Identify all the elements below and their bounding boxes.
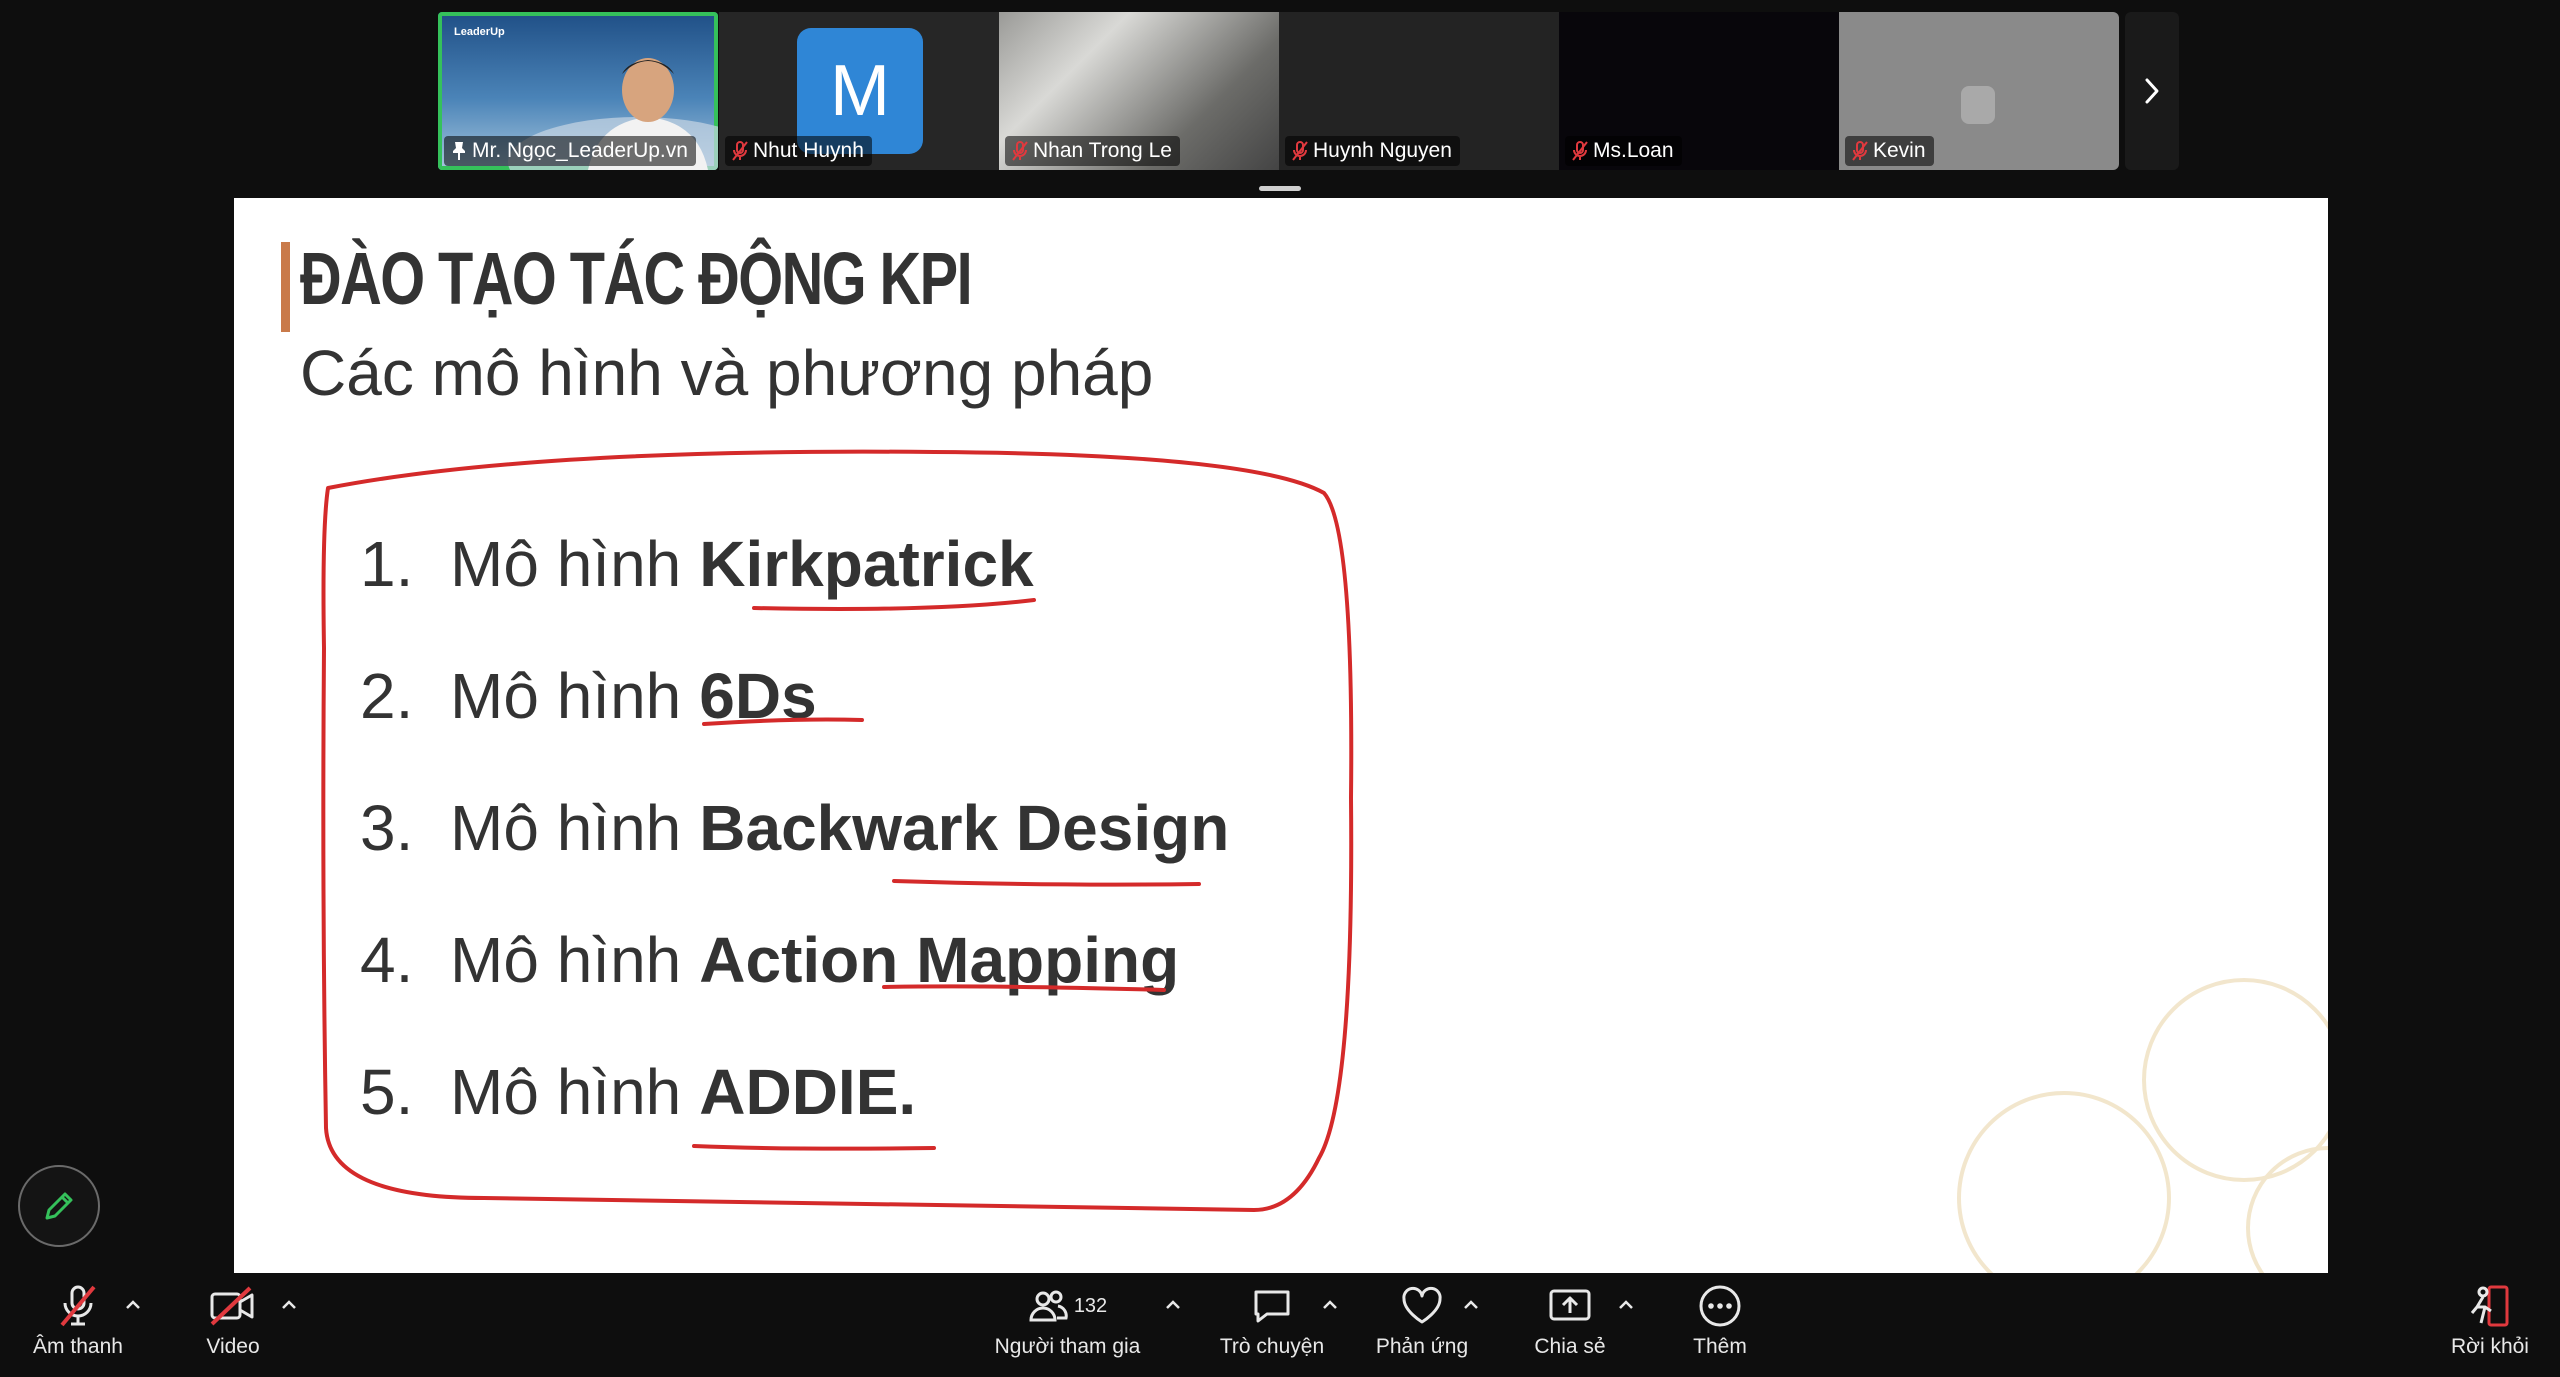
participant-name-tag: Kevin <box>1845 136 1934 166</box>
participant-tile-3[interactable]: Nhan Trong Le <box>999 12 1279 170</box>
chat-icon <box>1254 1290 1290 1323</box>
reactions-button[interactable]: Phản ứng <box>1372 1281 1472 1359</box>
mic-muted-icon <box>1292 141 1308 161</box>
participant-name: Mr. Ngọc_LeaderUp.vn <box>472 139 688 162</box>
participants-count: 132 <box>1073 1294 1108 1317</box>
participants-icon <box>1029 1290 1068 1322</box>
leave-icon <box>2470 1285 2509 1327</box>
mic-muted-icon <box>732 141 748 161</box>
leaderup-logo: LeaderUp <box>454 26 505 38</box>
next-participants-button[interactable] <box>2125 12 2179 170</box>
video-off-icon <box>210 1286 254 1326</box>
audio-button[interactable]: Âm thanh <box>28 1281 128 1359</box>
participant-name: Nhut Huynh <box>753 139 864 162</box>
participants-label: Người tham gia <box>994 1335 1141 1358</box>
ink-underline-3 <box>892 879 1201 887</box>
video-button[interactable]: Video <box>183 1281 283 1359</box>
more-icon <box>1699 1285 1741 1327</box>
participant-name-tag: Nhan Trong Le <box>1005 136 1180 166</box>
annotate-button[interactable] <box>18 1165 100 1247</box>
decorative-circles <box>1957 978 2328 1273</box>
meeting-toolbar: Âm thanh Video 132 Người tham gia Trò ch… <box>0 1273 2560 1377</box>
more-button[interactable]: Thêm <box>1670 1281 1770 1359</box>
ink-underline-4 <box>882 984 1166 992</box>
shared-screen: ĐÀO TẠO TÁC ĐỘNG KPI Các mô hình và phươ… <box>234 198 2328 1273</box>
chevron-up-icon[interactable] <box>1320 1295 1340 1315</box>
audio-label: Âm thanh <box>33 1335 123 1358</box>
participant-name-tag: Mr. Ngọc_LeaderUp.vn <box>444 136 696 166</box>
participant-name-tag: Ms.Loan <box>1565 136 1682 166</box>
ink-underline-2 <box>702 717 864 726</box>
leave-label: Rời khỏi <box>2451 1335 2529 1358</box>
pencil-icon <box>45 1192 73 1220</box>
participant-name: Kevin <box>1873 139 1926 162</box>
chevron-up-icon[interactable] <box>1163 1295 1183 1315</box>
blurred-avatar <box>1961 86 1995 124</box>
participant-name: Nhan Trong Le <box>1033 139 1172 162</box>
ink-annotations <box>321 449 2328 1273</box>
reactions-label: Phản ứng <box>1375 1335 1469 1358</box>
participants-button[interactable]: 132 Người tham gia <box>990 1281 1145 1359</box>
chevron-up-icon[interactable] <box>1616 1295 1636 1315</box>
participant-name: Huynh Nguyen <box>1313 139 1452 162</box>
chevron-up-icon[interactable] <box>1461 1295 1481 1315</box>
pin-icon <box>453 142 465 160</box>
resize-handle[interactable] <box>1259 186 1301 191</box>
mic-muted-icon <box>1012 141 1028 161</box>
ink-box <box>321 449 1354 1212</box>
video-label: Video <box>206 1335 260 1358</box>
chevron-right-icon <box>2145 78 2159 104</box>
share-button[interactable]: Chia sẻ <box>1520 1281 1620 1359</box>
avatar-letter: M <box>830 51 890 131</box>
mic-muted-icon <box>1852 141 1868 161</box>
ink-underline-5 <box>692 1144 936 1151</box>
participant-tile-1[interactable]: LeaderUp Mr. Ngọc_LeaderUp.vn <box>438 12 718 170</box>
leave-button[interactable]: Rời khỏi <box>2440 1281 2540 1359</box>
participant-tile-6[interactable]: Kevin <box>1839 12 2119 170</box>
chevron-up-icon[interactable] <box>123 1295 143 1315</box>
participant-name-tag: Nhut Huynh <box>725 136 872 166</box>
participant-tile-2[interactable]: M Nhut Huynh <box>719 12 999 170</box>
chat-button[interactable]: Trò chuyện <box>1217 1281 1327 1359</box>
chat-label: Trò chuyện <box>1219 1335 1325 1358</box>
mic-muted-icon <box>60 1285 96 1327</box>
share-screen-icon <box>1549 1289 1591 1321</box>
participant-tile-4[interactable]: Huynh Nguyen <box>1279 12 1559 170</box>
chevron-up-icon[interactable] <box>279 1295 299 1315</box>
more-label: Thêm <box>1693 1335 1747 1358</box>
participant-name: Ms.Loan <box>1593 139 1674 162</box>
heart-icon <box>1402 1286 1442 1324</box>
participant-tile-5[interactable]: Ms.Loan <box>1559 12 1839 170</box>
mic-muted-icon <box>1572 141 1588 161</box>
participant-name-tag: Huynh Nguyen <box>1285 136 1460 166</box>
ink-underline-1 <box>752 598 1036 611</box>
share-label: Chia sẻ <box>1534 1335 1606 1358</box>
